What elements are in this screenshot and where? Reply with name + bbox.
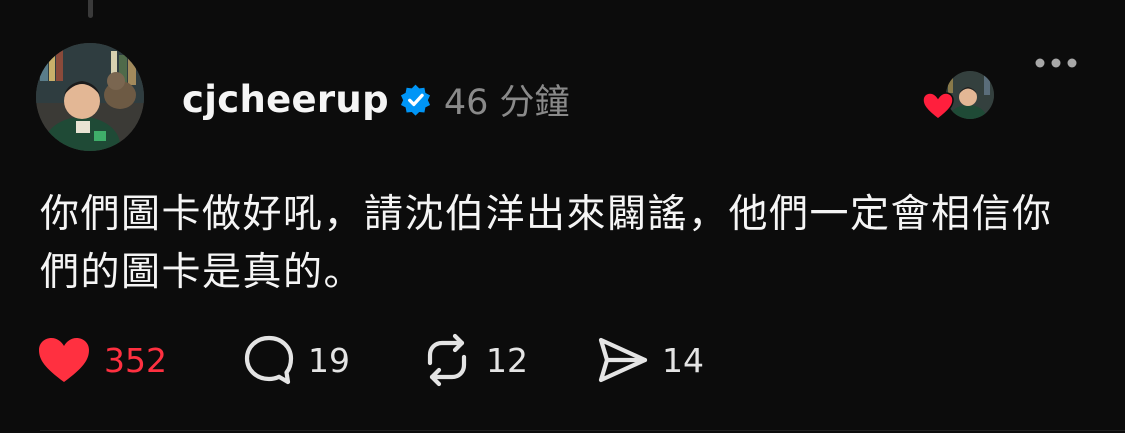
send-icon — [598, 337, 648, 383]
repost-icon — [427, 333, 467, 387]
post-body-text: 你們圖卡做好吼，請沈伯洋出來闢謠，他們一定會相信你們的圖卡是真的。 — [40, 192, 1053, 295]
post-timestamp: 46 分鐘 — [443, 82, 570, 123]
share-count: 14 — [662, 340, 704, 380]
author-avatar[interactable] — [36, 43, 144, 151]
comment-count: 19 — [308, 340, 350, 380]
comment-bubble-icon — [244, 335, 294, 385]
repost-button[interactable]: 12 — [420, 332, 528, 388]
verified-badge-icon — [400, 84, 430, 116]
comment-button[interactable]: 19 — [242, 332, 350, 388]
more-dots-icon[interactable] — [1032, 55, 1080, 71]
like-count: 352 — [104, 340, 167, 380]
thread-connector-line — [88, 0, 93, 18]
threads-post: cjcheerup 46 分鐘 你們圖卡做好吼，請沈伯洋出來闢謠，他們一定會相信… — [0, 0, 1125, 433]
liked-heart-icon — [922, 92, 954, 120]
username[interactable]: cjcheerup — [182, 78, 389, 121]
share-button[interactable]: 14 — [596, 332, 704, 388]
divider — [40, 430, 1125, 431]
heart-icon — [39, 338, 89, 382]
repost-count: 12 — [486, 340, 528, 380]
post-header: cjcheerup 46 分鐘 — [182, 74, 570, 124]
like-button[interactable]: 352 — [36, 332, 167, 388]
